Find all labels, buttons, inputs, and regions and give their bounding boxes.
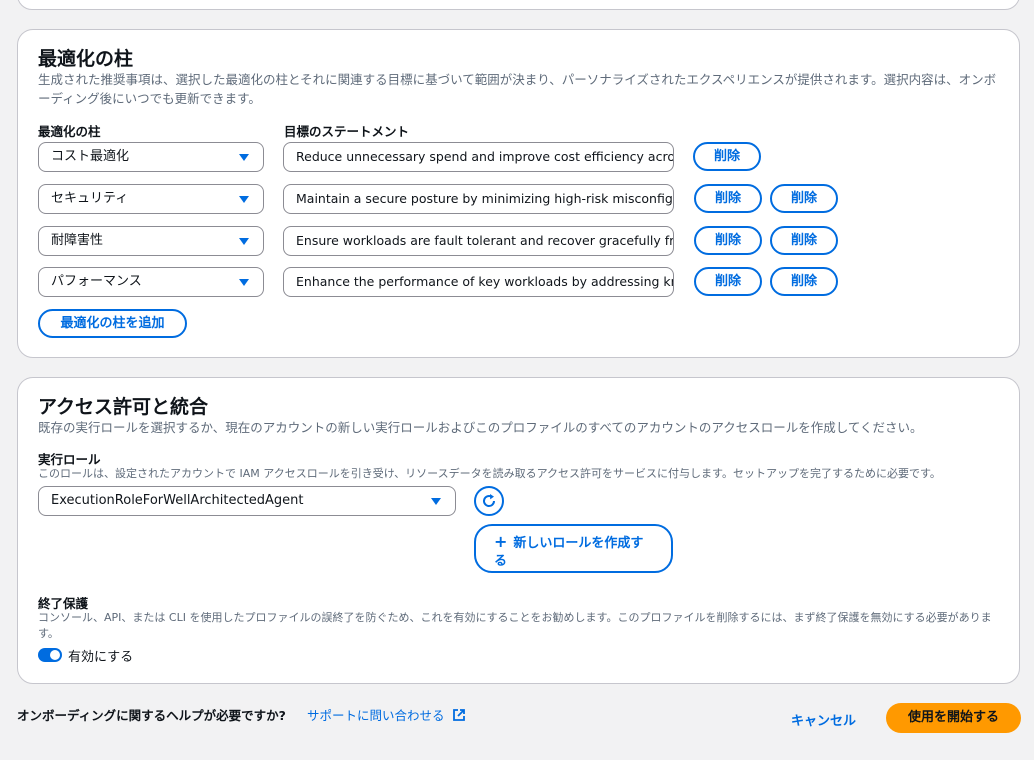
remove-button[interactable]: 削除 xyxy=(694,226,762,255)
goal-input[interactable]: Enhance the performance of key workloads… xyxy=(283,267,674,297)
goal-input[interactable]: Maintain a secure posture by minimizing … xyxy=(283,184,674,214)
access-integration-section: アクセス許可と統合 既存の実行ロールを選択するか、現在のアカウントの新しい実行ロ… xyxy=(17,377,1020,684)
pillar-select-value: 耐障害性 xyxy=(51,233,104,248)
previous-section-card xyxy=(17,0,1020,10)
caret-down-icon xyxy=(239,279,249,286)
toggle-knob xyxy=(50,650,60,660)
start-button[interactable]: 使用を開始する xyxy=(886,703,1021,733)
support-link[interactable]: サポートに問い合わせる xyxy=(307,705,465,724)
pillar-select-value: パフォーマンス xyxy=(51,274,142,289)
caret-down-icon xyxy=(431,498,441,505)
caret-down-icon xyxy=(239,196,249,203)
goal-column-label: 目標のステートメント xyxy=(284,124,410,139)
support-link-label: サポートに問い合わせる xyxy=(307,708,445,723)
section-title: アクセス許可と統合 xyxy=(38,396,209,418)
execution-role-select[interactable]: ExecutionRoleForWellArchitectedAgent xyxy=(38,486,456,516)
remove-button[interactable]: 削除 xyxy=(770,184,838,213)
pillar-select[interactable]: パフォーマンス xyxy=(38,267,264,297)
help-prompt: オンボーディングに関するヘルプが必要ですか? xyxy=(17,708,286,723)
section-description: 生成された推奨事項は、選択した最適化の柱とそれに関連する目標に基づいて範囲が決ま… xyxy=(38,72,997,106)
caret-down-icon xyxy=(239,238,249,245)
create-role-label: 新しいロールを作成す xyxy=(513,536,644,551)
execution-role-value: ExecutionRoleForWellArchitectedAgent xyxy=(51,493,304,508)
section-title: 最適化の柱 xyxy=(38,48,134,70)
caret-down-icon xyxy=(239,154,249,161)
remove-button[interactable]: 削除 xyxy=(770,267,838,296)
execution-role-help: このロールは、設定されたアカウントで IAM アクセスロールを引き受け、リソース… xyxy=(38,467,941,480)
termination-protection-toggle[interactable] xyxy=(38,648,62,662)
toggle-label: 有効にする xyxy=(68,650,134,665)
external-link-icon xyxy=(452,709,465,721)
pillar-select[interactable]: セキュリティ xyxy=(38,184,264,214)
optimization-pillars-section: 最適化の柱 生成された推奨事項は、選択した最適化の柱とそれに関連する目標に基づい… xyxy=(17,29,1020,358)
plus-icon: + xyxy=(494,532,508,551)
cancel-button[interactable]: キャンセル xyxy=(791,710,856,729)
remove-button[interactable]: 削除 xyxy=(693,142,761,171)
pillar-select[interactable]: コスト最適化 xyxy=(38,142,264,172)
pillar-column-label: 最適化の柱 xyxy=(38,124,101,139)
remove-button[interactable]: 削除 xyxy=(694,267,762,296)
termination-protection-help: コンソール、API、または CLI を使用したプロファイルの誤終了を防ぐため、こ… xyxy=(38,611,992,640)
create-role-label-wrap: る xyxy=(494,554,508,569)
goal-input[interactable]: Reduce unnecessary spend and improve cos… xyxy=(283,142,674,172)
section-description: 既存の実行ロールを選択するか、現在のアカウントの新しい実行ロールおよびこのプロフ… xyxy=(38,420,923,435)
add-pillar-button[interactable]: 最適化の柱を追加 xyxy=(38,309,187,338)
remove-button[interactable]: 削除 xyxy=(694,184,762,213)
pillar-select-value: セキュリティ xyxy=(51,191,129,206)
refresh-icon xyxy=(483,494,496,507)
goal-input[interactable]: Ensure workloads are fault tolerant and … xyxy=(283,226,674,256)
pillar-select[interactable]: 耐障害性 xyxy=(38,226,264,256)
refresh-button[interactable] xyxy=(474,486,504,516)
create-role-button[interactable]: + 新しいロールを作成す る xyxy=(474,524,673,573)
pillar-select-value: コスト最適化 xyxy=(51,149,130,164)
remove-button[interactable]: 削除 xyxy=(770,226,838,255)
